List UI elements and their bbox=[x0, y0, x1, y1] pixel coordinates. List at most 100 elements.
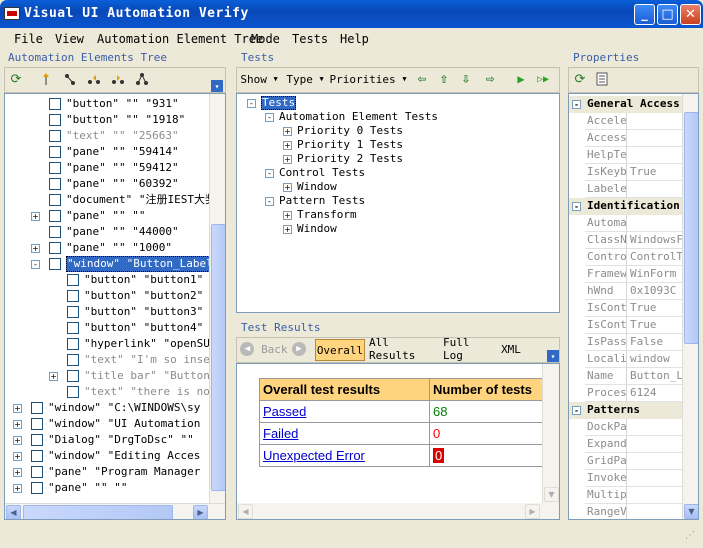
tree-row-checkbox[interactable] bbox=[49, 114, 61, 126]
results-scroll-left-icon[interactable]: ◀ bbox=[238, 504, 253, 519]
resize-grip-icon[interactable]: ⋰ bbox=[685, 530, 699, 544]
tree-row[interactable]: + "pane" "" "" bbox=[5, 208, 209, 224]
tree-row-checkbox[interactable] bbox=[31, 434, 43, 446]
arrow-right-icon[interactable]: ⇨ bbox=[481, 70, 499, 88]
refresh-icon[interactable]: ⟳ bbox=[7, 70, 25, 88]
property-category[interactable]: - General Access bbox=[569, 96, 682, 113]
expand-icon[interactable]: + bbox=[13, 452, 22, 461]
tree-row[interactable]: "hyperlink" "openSUS bbox=[5, 336, 216, 352]
type-dropdown[interactable]: Type ▼ bbox=[285, 70, 325, 88]
failed-link[interactable]: Failed bbox=[263, 426, 298, 441]
menu-mode[interactable]: Mode bbox=[251, 32, 280, 46]
arrow-left-icon[interactable]: ⇦ bbox=[413, 70, 431, 88]
property-row[interactable]: InvokeP bbox=[585, 470, 682, 487]
tree-scroll-left-icon[interactable]: ◀ bbox=[6, 505, 21, 519]
priorities-dropdown[interactable]: Priorities ▼ bbox=[329, 70, 407, 88]
property-row[interactable]: Automati bbox=[585, 215, 682, 232]
tree-row-checkbox[interactable] bbox=[49, 146, 61, 158]
results-hscroll[interactable]: ◀ ▶ bbox=[237, 503, 559, 519]
results-overflow-icon[interactable]: ▾ bbox=[547, 350, 559, 362]
property-row[interactable]: hWnd 0x1093C bbox=[585, 283, 682, 300]
menu-file[interactable]: File bbox=[14, 32, 43, 46]
expand-icon[interactable]: + bbox=[13, 420, 22, 429]
toolbar-overflow-icon[interactable]: ▾ bbox=[211, 80, 223, 92]
arrow-down-icon[interactable]: ⇩ bbox=[457, 70, 475, 88]
property-row[interactable]: Multiple bbox=[585, 487, 682, 504]
tree-row[interactable]: + "pane" "" "" bbox=[5, 480, 209, 496]
tree-row[interactable]: + "window" "C:\WINDOWS\sy bbox=[5, 400, 209, 416]
properties-vscroll[interactable]: ▼ bbox=[682, 94, 698, 519]
properties-page-icon[interactable] bbox=[593, 70, 611, 88]
tree-row-checkbox[interactable] bbox=[67, 322, 79, 334]
tree-row[interactable]: "button" "button1" " bbox=[5, 272, 216, 288]
properties-scroll-down-icon[interactable]: ▼ bbox=[684, 504, 698, 519]
tree-row-checkbox[interactable] bbox=[49, 130, 61, 142]
tree-row[interactable]: + "Dialog" "DrgToDsc" "" bbox=[5, 432, 209, 448]
results-scroll-down-icon[interactable]: ▼ bbox=[544, 487, 559, 502]
expand-icon[interactable]: + bbox=[283, 127, 292, 136]
tab-full-log[interactable]: Full Log bbox=[443, 336, 495, 362]
property-row[interactable]: RangeV bbox=[585, 504, 682, 519]
tree-row-checkbox[interactable] bbox=[67, 386, 79, 398]
tree-row-checkbox[interactable] bbox=[67, 338, 79, 350]
expand-icon[interactable]: + bbox=[283, 155, 292, 164]
properties-refresh-icon[interactable]: ⟳ bbox=[571, 70, 589, 88]
tree-row[interactable]: "document" "注册IEST大奖 bbox=[5, 192, 216, 208]
property-row[interactable]: Acceler bbox=[585, 113, 682, 130]
tree-row[interactable]: "button" "" "1918" bbox=[5, 112, 209, 128]
tree-row-checkbox[interactable] bbox=[31, 466, 43, 478]
tree-row-checkbox[interactable] bbox=[49, 194, 61, 206]
tree-row[interactable]: - "window" "Button_Label_ bbox=[5, 256, 221, 272]
tree-hscroll-thumb[interactable] bbox=[23, 505, 173, 519]
tree-row[interactable]: + "pane" "Program Manager bbox=[5, 464, 209, 480]
goto-parent-icon[interactable] bbox=[37, 70, 55, 88]
tree-vscroll[interactable] bbox=[209, 94, 225, 503]
tree-row-checkbox[interactable] bbox=[31, 418, 43, 430]
tree-row-checkbox[interactable] bbox=[31, 482, 43, 494]
tab-xml[interactable]: XML bbox=[499, 340, 523, 358]
tab-all-results[interactable]: All Results bbox=[369, 336, 435, 362]
run-test-icon[interactable]: ▶ bbox=[512, 70, 530, 88]
tree-row[interactable]: "pane" "" "59412" bbox=[5, 160, 209, 176]
expand-icon[interactable]: + bbox=[13, 468, 22, 477]
property-row[interactable]: HelpTex bbox=[585, 147, 682, 164]
unexpected-error-link[interactable]: Unexpected Error bbox=[263, 448, 365, 463]
passed-link[interactable]: Passed bbox=[263, 404, 306, 419]
tree-row-checkbox[interactable] bbox=[67, 274, 79, 286]
menu-view[interactable]: View bbox=[55, 32, 84, 46]
back-button[interactable]: ◀ Back bbox=[239, 340, 289, 358]
run-selected-icon[interactable]: ▷▶ bbox=[534, 70, 552, 88]
property-row[interactable]: IsConteTrue bbox=[585, 317, 682, 334]
property-row[interactable]: AccessK bbox=[585, 130, 682, 147]
property-row[interactable]: ExpandC bbox=[585, 436, 682, 453]
goto-prev-sibling-icon[interactable] bbox=[109, 70, 127, 88]
results-vscroll[interactable]: ▼ bbox=[542, 364, 559, 503]
arrow-up-icon[interactable]: ⇧ bbox=[435, 70, 453, 88]
property-row[interactable]: LabeledI bbox=[585, 181, 682, 198]
minimize-button[interactable]: _ bbox=[634, 4, 655, 25]
collapse-icon[interactable]: - bbox=[265, 169, 274, 178]
menu-automation-element-tree[interactable]: Automation Element Tree bbox=[97, 32, 263, 46]
property-category[interactable]: - Patterns bbox=[569, 402, 682, 419]
expand-icon[interactable]: + bbox=[13, 484, 22, 493]
tree-row[interactable]: "text" "" "25663" bbox=[5, 128, 209, 144]
property-row[interactable]: IsPasswFalse bbox=[585, 334, 682, 351]
tree-row-checkbox[interactable] bbox=[49, 226, 61, 238]
property-row[interactable]: GridPatt bbox=[585, 453, 682, 470]
tree-scroll-right-icon[interactable]: ▶ bbox=[193, 505, 208, 519]
tree-row[interactable]: + "title bar" "Button_ bbox=[5, 368, 216, 384]
goto-last-child-icon[interactable] bbox=[133, 70, 151, 88]
tree-row-checkbox[interactable] bbox=[49, 242, 61, 254]
property-category[interactable]: - Identification bbox=[569, 198, 682, 215]
close-button[interactable]: ✕ bbox=[680, 4, 701, 25]
property-row[interactable]: ClassNaWindowsFo bbox=[585, 232, 686, 249]
results-scroll-right-icon[interactable]: ▶ bbox=[525, 504, 540, 519]
tree-row-checkbox[interactable] bbox=[67, 290, 79, 302]
tree-row-checkbox[interactable] bbox=[31, 450, 43, 462]
goto-first-child-icon[interactable] bbox=[61, 70, 79, 88]
property-row[interactable]: DockPat bbox=[585, 419, 682, 436]
tree-row[interactable]: "button" "button2" " bbox=[5, 288, 216, 304]
show-dropdown[interactable]: Show ▼ bbox=[239, 70, 279, 88]
maximize-button[interactable]: □ bbox=[657, 4, 678, 25]
tree-row[interactable]: "text" "I'm so insen bbox=[5, 352, 216, 368]
